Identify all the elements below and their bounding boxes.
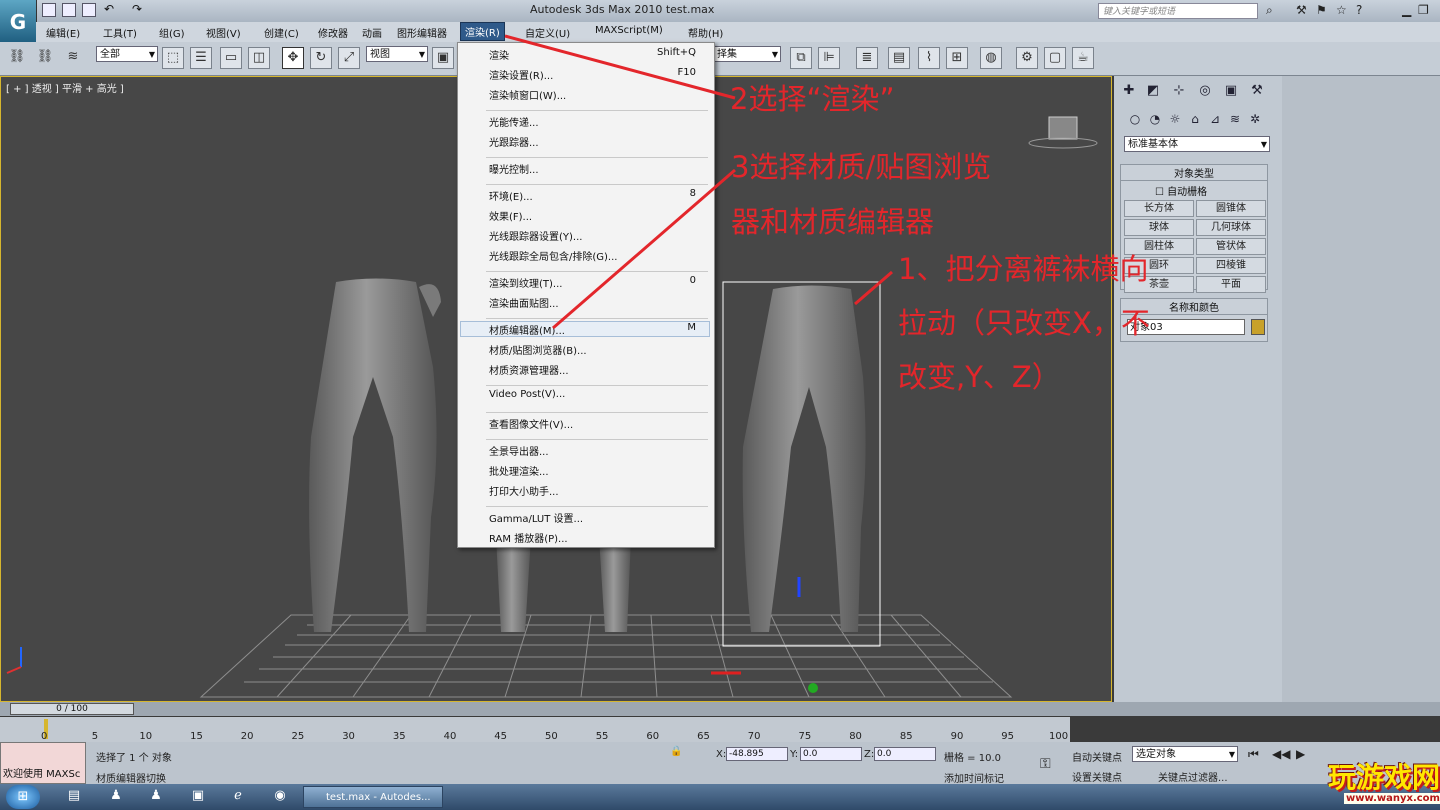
annotation-step2: 2选择“渲染”: [730, 82, 895, 116]
annotation-step1-line2: 拉动（只改变X，不: [898, 306, 1150, 340]
annotation-arrows: [504, 34, 893, 330]
annotation-step3-line2: 器和材质编辑器: [731, 205, 935, 239]
watermark-url: www.wanyx.com: [1344, 793, 1440, 804]
annotation-step1-line3: 改变,Y、Z）: [898, 360, 1061, 394]
watermark-logo: 玩游戏网: [1328, 761, 1440, 794]
annotation-step3-line1: 3选择材质/贴图浏览: [731, 150, 992, 184]
annotation-step1-line1: 1、把分离裤袜横向: [898, 252, 1149, 286]
